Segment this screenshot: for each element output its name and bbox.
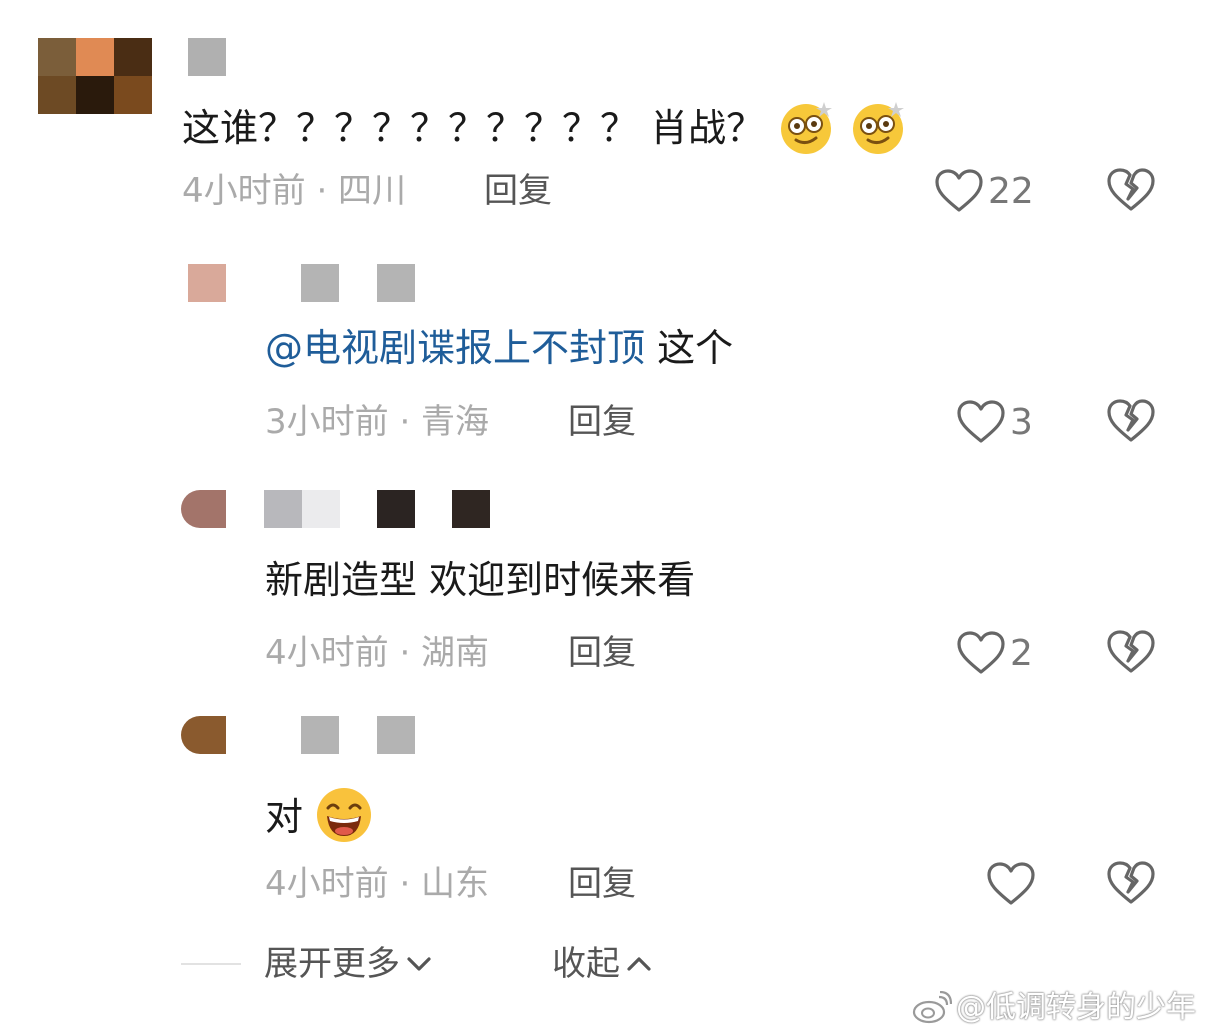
broken-heart-icon — [1107, 168, 1155, 211]
reply-button[interactable]: 回复 — [568, 864, 636, 904]
reply-button[interactable]: 回复 — [484, 171, 552, 211]
comment-meta: 4小时前 · 四川 — [182, 171, 407, 211]
dislike-button[interactable] — [1106, 166, 1156, 216]
comment-text: 这谁？？？？？？？？？？ 肖战？ — [182, 96, 908, 165]
chevron-down-icon — [407, 957, 431, 971]
avatar[interactable] — [181, 716, 226, 754]
comment-body: 对 — [265, 795, 304, 839]
like-button[interactable]: 22 — [934, 166, 1034, 216]
weibo-logo-icon — [912, 991, 952, 1024]
username-redacted[interactable] — [377, 264, 415, 302]
watermark-text: @低调转身的少年 — [956, 990, 1196, 1025]
mention-link[interactable]: @电视剧谍报上不封顶 — [265, 326, 645, 370]
heart-icon — [935, 169, 983, 212]
like-button[interactable] — [986, 859, 1040, 909]
avatar[interactable] — [181, 490, 226, 528]
reply-button[interactable]: 回复 — [568, 402, 636, 442]
username-redacted[interactable] — [452, 490, 490, 528]
broken-heart-icon — [1107, 399, 1155, 442]
heart-icon — [957, 400, 1005, 443]
like-button[interactable]: 3 — [956, 397, 1033, 447]
divider — [181, 963, 241, 965]
grinning-face-emoji — [315, 786, 373, 853]
username-redacted[interactable] — [264, 490, 302, 528]
like-button[interactable]: 2 — [956, 628, 1033, 678]
comment-body: 这个 — [645, 326, 734, 370]
like-count: 3 — [1010, 401, 1033, 443]
dislike-button[interactable] — [1106, 397, 1156, 447]
reply-button[interactable]: 回复 — [568, 633, 636, 673]
username-redacted[interactable] — [377, 490, 415, 528]
broken-heart-icon — [1107, 630, 1155, 673]
comment-meta: 4小时前 · 山东 — [265, 864, 490, 904]
username-redacted[interactable] — [301, 716, 339, 754]
broken-heart-icon — [1107, 861, 1155, 904]
comment-body: 这谁？？？？？？？？？？ 肖战？ — [182, 106, 765, 150]
like-count: 22 — [988, 170, 1034, 212]
heart-icon — [987, 862, 1035, 905]
comment-text: 对 — [265, 786, 373, 853]
dislike-button[interactable] — [1106, 628, 1156, 678]
collapse-label: 收起 — [552, 944, 620, 984]
watermark: @低调转身的少年 — [912, 988, 1196, 1028]
username-redacted[interactable] — [301, 264, 339, 302]
expand-more-label: 展开更多 — [264, 944, 400, 984]
comment-text: 新剧造型 欢迎到时候来看 — [265, 558, 696, 602]
username-redacted[interactable] — [188, 38, 226, 76]
dizzy-face-emoji — [848, 96, 908, 165]
avatar[interactable] — [188, 264, 226, 302]
avatar[interactable] — [38, 38, 156, 114]
collapse-button[interactable]: 收起 — [552, 944, 652, 984]
comment-meta: 3小时前 · 青海 — [265, 402, 490, 442]
username-redacted[interactable] — [377, 716, 415, 754]
dislike-button[interactable] — [1106, 859, 1156, 909]
dizzy-face-emoji — [776, 96, 836, 165]
comment-meta: 4小时前 · 湖南 — [265, 633, 490, 673]
comment-text: @电视剧谍报上不封顶 这个 — [265, 326, 733, 370]
like-count: 2 — [1010, 632, 1033, 674]
chevron-up-icon — [627, 957, 651, 971]
username-redacted[interactable] — [302, 490, 340, 528]
heart-icon — [957, 631, 1005, 674]
expand-more-button[interactable]: 展开更多 — [264, 944, 432, 984]
